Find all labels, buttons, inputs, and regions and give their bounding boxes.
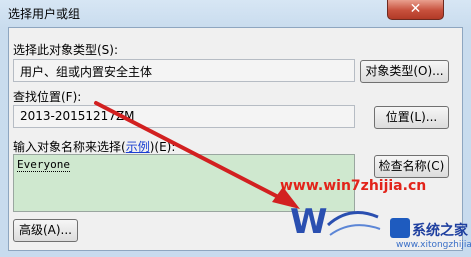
brand-url: www.xitongzhijia.net [396,240,471,250]
win7-logo-watermark: W [290,202,381,242]
brand-name: 系统之家 [412,223,468,239]
svg-text:W: W [290,202,328,242]
brand-logo-icon [390,218,410,238]
select-users-or-groups-dialog: 选择用户或组 ✕ 选择此对象类型(S): 用户、组或内置安全主体 对象类型(O)… [0,0,471,257]
watermark-url: www.win7zhijia.cn [280,178,427,194]
